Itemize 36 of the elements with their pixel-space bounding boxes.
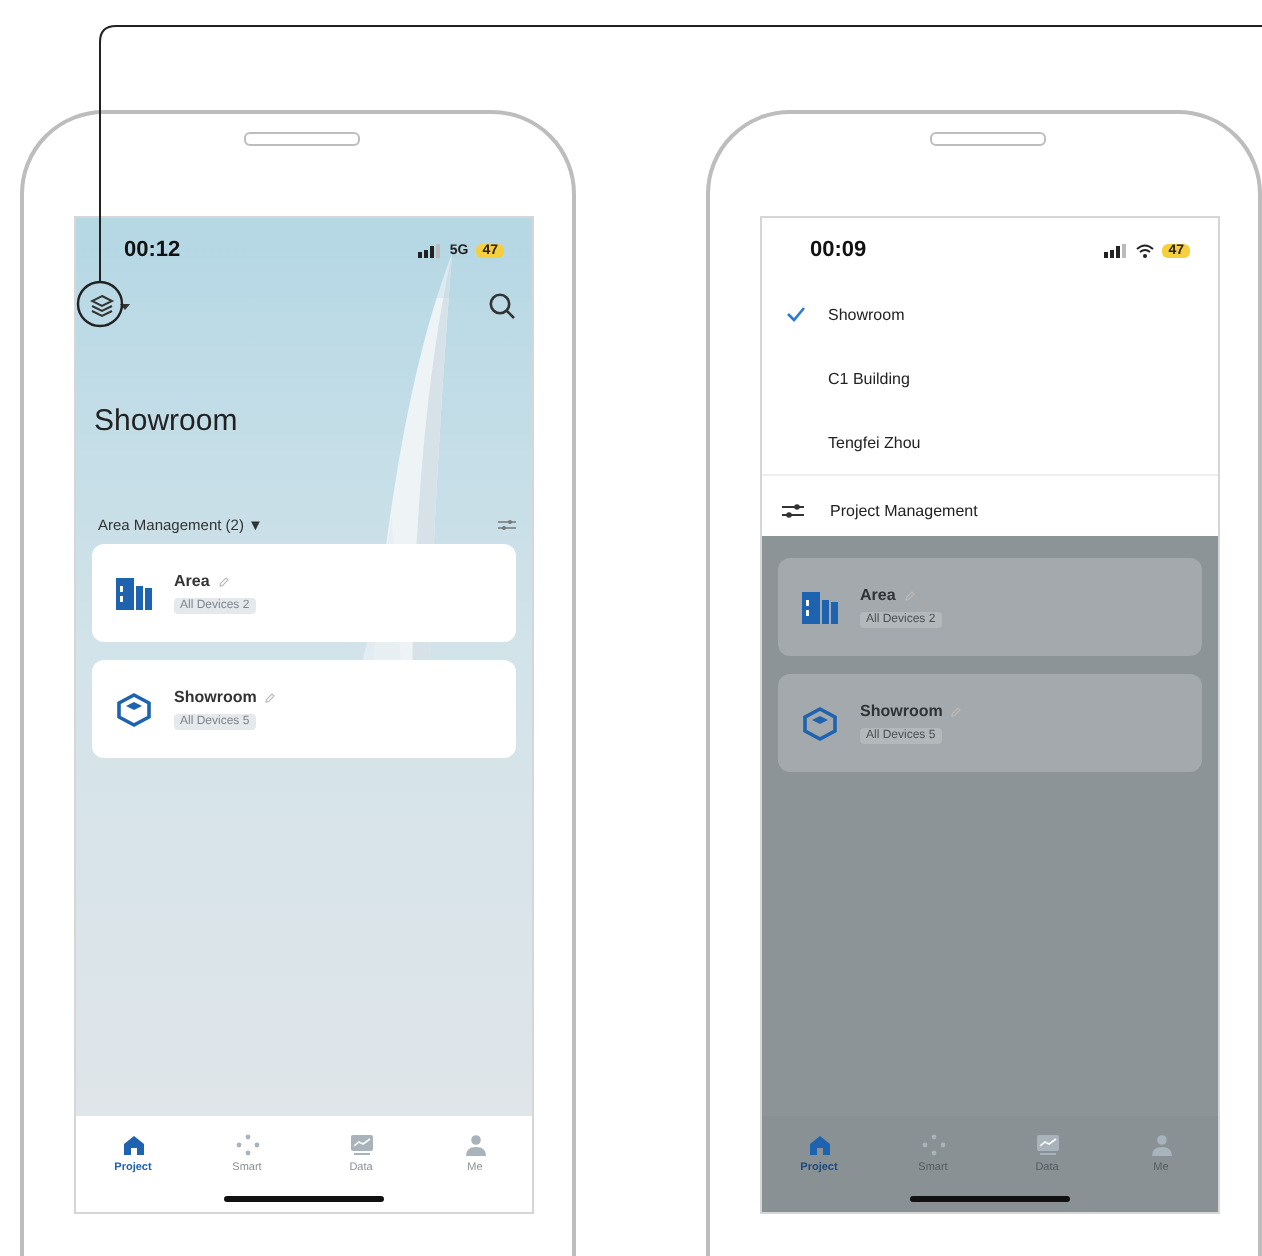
- edit-icon[interactable]: [217, 575, 230, 587]
- menu-item[interactable]: Project Management: [762, 474, 1218, 544]
- edit-icon[interactable]: [950, 705, 963, 717]
- filter-icon[interactable]: [498, 518, 516, 532]
- chart-icon: [349, 1134, 373, 1156]
- status-time: 00:09: [810, 238, 867, 262]
- chart-icon: [1035, 1134, 1059, 1156]
- building-icon: [114, 575, 154, 611]
- wifi-icon: [1136, 243, 1155, 257]
- person-icon: [1149, 1134, 1173, 1156]
- signal-icon: [1104, 243, 1129, 257]
- card-title: Showroom: [174, 688, 257, 706]
- signal-icon: [417, 243, 442, 257]
- card-title: Area: [174, 572, 210, 590]
- page-title: Showroom: [94, 404, 240, 438]
- dots-icon: [921, 1134, 945, 1156]
- edit-icon[interactable]: [264, 691, 277, 703]
- layers-icon[interactable]: [90, 294, 134, 318]
- cube-icon: [800, 705, 840, 741]
- card-title: Area: [860, 586, 896, 604]
- status-time: 00:12: [124, 238, 181, 262]
- menu-item[interactable]: Showroom: [762, 282, 1218, 346]
- search-icon[interactable]: [488, 292, 516, 320]
- home-icon: [121, 1134, 145, 1156]
- card-title: Showroom: [860, 702, 943, 720]
- menu-item[interactable]: Tengfei Zhou: [762, 410, 1218, 474]
- home-icon: [807, 1134, 831, 1156]
- dots-icon: [235, 1134, 259, 1156]
- building-icon: [800, 589, 840, 625]
- speaker-slot: [930, 132, 1046, 146]
- person-icon: [463, 1134, 487, 1156]
- menu-item[interactable]: C1 Building: [762, 346, 1218, 410]
- settings-icon: [782, 501, 804, 519]
- speaker-slot: [244, 132, 360, 146]
- cube-icon: [114, 691, 154, 727]
- edit-icon[interactable]: [903, 589, 916, 601]
